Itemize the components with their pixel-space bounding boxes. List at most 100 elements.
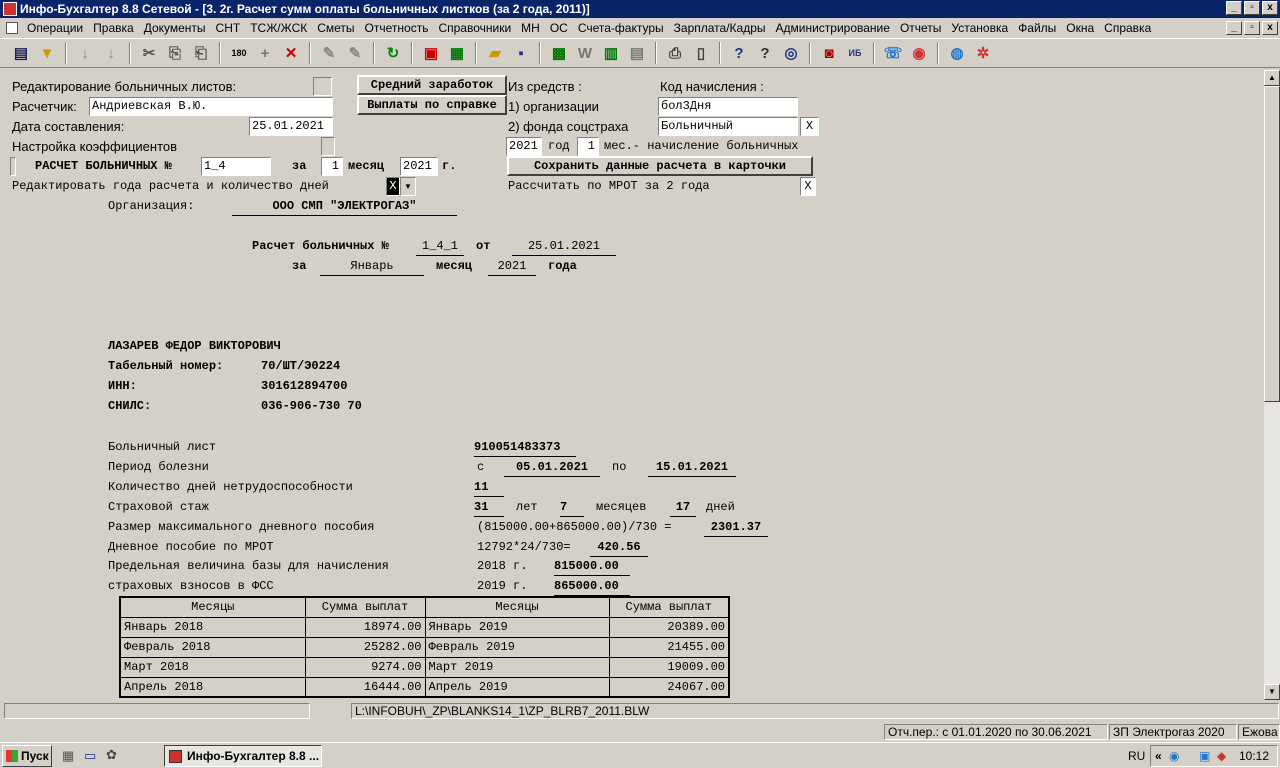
code-fss-checkbox[interactable]: X bbox=[800, 117, 819, 136]
import-icon[interactable]: ▤ bbox=[625, 41, 649, 65]
desktop-icon[interactable]: ▭ bbox=[84, 748, 96, 764]
language-indicator[interactable]: RU bbox=[1128, 749, 1145, 763]
max-benefit-label: Размер максимального дневного пособия bbox=[108, 520, 375, 534]
calc-month-field[interactable]: 1 bbox=[321, 157, 343, 176]
excel-icon[interactable]: ▩ bbox=[547, 41, 571, 65]
menu-os[interactable]: ОС bbox=[545, 21, 573, 35]
phone-icon[interactable]: ☏ bbox=[881, 41, 905, 65]
menu-files[interactable]: Файлы bbox=[1013, 21, 1061, 35]
menu-invoices[interactable]: Счета-фактуры bbox=[573, 21, 669, 35]
menu-windows[interactable]: Окна bbox=[1061, 21, 1099, 35]
web-icon[interactable]: ◍ bbox=[945, 41, 969, 65]
delete-icon[interactable]: ✕ bbox=[279, 41, 303, 65]
maximize-button[interactable]: ▫ bbox=[1244, 1, 1260, 15]
calculator-field[interactable]: Андриевская В.Ю. bbox=[89, 97, 333, 116]
tray-monitor-icon[interactable]: ▣ bbox=[1199, 746, 1210, 766]
stage-days-label: дней bbox=[706, 500, 735, 514]
export-icon[interactable]: ▥ bbox=[599, 41, 623, 65]
tool-icon[interactable]: ✎ bbox=[317, 41, 341, 65]
scroll-down-icon[interactable]: ▼ bbox=[1264, 684, 1280, 700]
coef-checkbox[interactable] bbox=[321, 137, 335, 156]
menu-documents[interactable]: Документы bbox=[139, 21, 211, 35]
menu-estimates[interactable]: Сметы bbox=[312, 21, 359, 35]
base-value-2: 865000.00 bbox=[554, 579, 630, 596]
counter-icon[interactable]: 180 bbox=[227, 41, 251, 65]
cell-sum: 16444.00 bbox=[304, 676, 426, 698]
pdf-icon[interactable]: ▣ bbox=[419, 41, 443, 65]
sort-desc-icon[interactable]: ↓ bbox=[99, 41, 123, 65]
menu-edit[interactable]: Правка bbox=[88, 21, 139, 35]
menu-directories[interactable]: Справочники bbox=[433, 21, 516, 35]
menu-tsj[interactable]: ТСЖ/ЖСК bbox=[245, 21, 312, 35]
close-button[interactable]: x bbox=[1262, 1, 1278, 15]
quicklaunch-icon[interactable]: ▦ bbox=[62, 748, 74, 764]
tray-expand-icon[interactable]: « bbox=[1155, 746, 1162, 766]
open-folder-icon[interactable]: ▰ bbox=[483, 41, 507, 65]
menu-admin[interactable]: Администрирование bbox=[771, 21, 895, 35]
sort-asc-icon[interactable]: ↓ bbox=[73, 41, 97, 65]
add-icon[interactable]: + bbox=[253, 41, 277, 65]
calculator-icon[interactable]: ▦ bbox=[445, 41, 469, 65]
compass-icon[interactable]: ◎ bbox=[779, 41, 803, 65]
code-org-field[interactable]: бол3Дня bbox=[658, 97, 798, 116]
menu-help[interactable]: Справка bbox=[1099, 21, 1156, 35]
mdi-restore-button[interactable]: ▫ bbox=[1244, 21, 1260, 35]
minimize-button[interactable]: _ bbox=[1226, 1, 1242, 15]
document-icon[interactable] bbox=[6, 22, 18, 34]
payments-button[interactable]: Выплаты по справке bbox=[357, 95, 507, 115]
preview-icon[interactable]: ▯ bbox=[689, 41, 713, 65]
mdi-minimize-button[interactable]: _ bbox=[1226, 21, 1242, 35]
edit-years-checkbox[interactable]: X bbox=[386, 177, 400, 196]
support-icon[interactable]: ◉ bbox=[907, 41, 931, 65]
menu-setup[interactable]: Установка bbox=[946, 21, 1013, 35]
tray-volume-icon[interactable]: ◆ bbox=[1217, 746, 1226, 766]
scroll-up-icon[interactable]: ▲ bbox=[1264, 70, 1280, 86]
refresh-icon[interactable]: ↻ bbox=[381, 41, 405, 65]
code-fss-field[interactable]: Больничный bbox=[658, 117, 798, 136]
calc-year-field[interactable]: 2021 bbox=[400, 157, 438, 176]
vertical-scrollbar[interactable]: ▲ ▼ bbox=[1264, 70, 1280, 700]
accounting-icon[interactable]: ◙ bbox=[817, 41, 841, 65]
scroll-thumb[interactable] bbox=[1264, 86, 1280, 402]
base-year-1: 2018 г. bbox=[477, 559, 528, 573]
avg-earnings-button[interactable]: Средний заработок bbox=[357, 75, 507, 95]
save-to-cards-button[interactable]: Сохранить данные расчета в карточки bbox=[507, 156, 813, 176]
tool2-icon[interactable]: ✎ bbox=[343, 41, 367, 65]
ib-icon[interactable]: ИБ bbox=[843, 41, 867, 65]
help-icon[interactable]: ? bbox=[727, 41, 751, 65]
calc-marker bbox=[10, 157, 16, 176]
print-icon[interactable]: ⎙ bbox=[663, 41, 687, 65]
word-icon[interactable]: W bbox=[573, 41, 597, 65]
period-to-label: по bbox=[612, 460, 627, 474]
menu-operations[interactable]: Операции bbox=[22, 21, 88, 35]
period-to: 15.01.2021 bbox=[648, 460, 736, 477]
taskbar-app-button[interactable]: Инфо-Бухгалтер 8.8 ... bbox=[164, 745, 322, 767]
start-button[interactable]: Пуск bbox=[2, 745, 52, 767]
cut-icon[interactable]: ✂ bbox=[137, 41, 161, 65]
tray-network-icon[interactable]: ◉ bbox=[1169, 746, 1179, 766]
app-launch-icon[interactable]: ✿ bbox=[106, 747, 117, 763]
menu-mn[interactable]: МН bbox=[516, 21, 545, 35]
month-field[interactable]: 1 bbox=[577, 137, 599, 156]
copy-icon[interactable]: ⎘ bbox=[163, 41, 187, 65]
context-help-icon[interactable]: ? bbox=[753, 41, 777, 65]
menu-snt[interactable]: СНТ bbox=[211, 21, 246, 35]
mdi-close-button[interactable]: x bbox=[1262, 21, 1278, 35]
grid-icon[interactable]: ▤ bbox=[9, 41, 33, 65]
year-field[interactable]: 2021 bbox=[506, 137, 542, 156]
cell-month: Март 2019 bbox=[424, 656, 610, 678]
settings-icon[interactable]: ✲ bbox=[971, 41, 995, 65]
paste-icon[interactable]: ⎗ bbox=[189, 41, 213, 65]
menu-reporting[interactable]: Отчетность bbox=[360, 21, 434, 35]
edit-sick-checkbox[interactable] bbox=[313, 77, 332, 96]
report-month: Январь bbox=[320, 259, 424, 276]
menu-salary[interactable]: Зарплата/Кадры bbox=[669, 21, 771, 35]
edit-years-dropdown[interactable]: ▼ bbox=[400, 177, 416, 196]
mrot-checkbox[interactable]: X bbox=[800, 177, 816, 196]
cell-month: Март 2018 bbox=[119, 656, 306, 678]
date-field[interactable]: 25.01.2021 bbox=[249, 117, 333, 136]
save-icon[interactable]: ▪ bbox=[509, 41, 533, 65]
filter-icon[interactable]: ▼ bbox=[35, 41, 59, 65]
menu-reports[interactable]: Отчеты bbox=[895, 21, 946, 35]
calc-no-field[interactable]: 1_4 bbox=[201, 157, 271, 176]
